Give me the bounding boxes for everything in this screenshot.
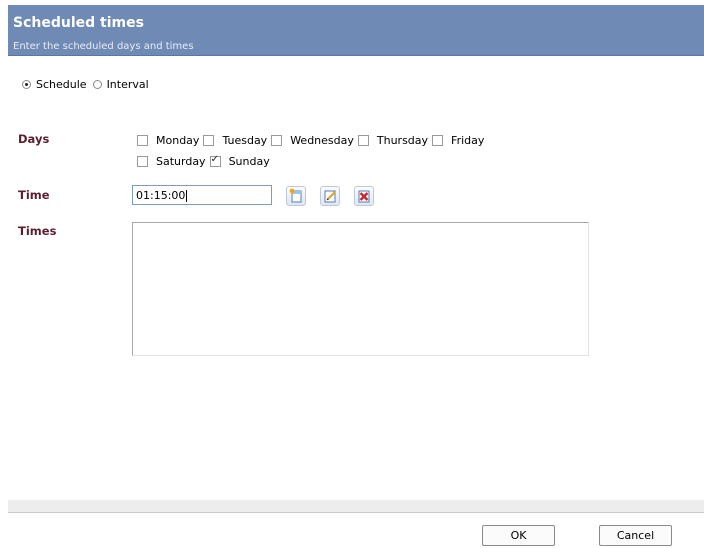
- time-input[interactable]: 01:15:00: [132, 185, 272, 205]
- dialog-subtitle: Enter the scheduled days and times: [13, 41, 194, 52]
- dialog-title: Scheduled times: [13, 15, 144, 31]
- times-list[interactable]: [132, 222, 589, 356]
- footer-divider: [8, 500, 704, 513]
- delete-time-button[interactable]: [354, 186, 374, 206]
- thursday-checkbox[interactable]: [357, 135, 369, 146]
- ok-button[interactable]: OK: [482, 525, 555, 546]
- dialog-header: Scheduled times Enter the scheduled days…: [8, 5, 704, 56]
- saturday-label[interactable]: Saturday: [156, 155, 206, 168]
- friday-checkbox[interactable]: [432, 135, 444, 146]
- times-label: Times: [18, 224, 57, 238]
- friday-label[interactable]: Friday: [451, 134, 484, 147]
- schedule-radio[interactable]: [22, 80, 31, 89]
- edit-time-button[interactable]: [320, 186, 340, 206]
- days-row-1: Monday Tuesday Wednesday Thursday Friday: [137, 134, 488, 147]
- wednesday-checkbox[interactable]: [271, 135, 283, 146]
- wednesday-label[interactable]: Wednesday: [290, 134, 354, 147]
- tuesday-label[interactable]: Tuesday: [222, 134, 267, 147]
- schedule-radio-label[interactable]: Schedule: [36, 78, 87, 91]
- time-label: Time: [18, 188, 50, 202]
- days-row-2: Saturday Sunday: [137, 154, 274, 168]
- thursday-label[interactable]: Thursday: [377, 134, 428, 147]
- edit-time-icon: [324, 190, 336, 203]
- time-value: 01:15:00: [136, 189, 186, 202]
- sunday-label[interactable]: Sunday: [229, 155, 270, 168]
- monday-checkbox[interactable]: [137, 135, 148, 146]
- monday-label[interactable]: Monday: [156, 134, 199, 147]
- interval-radio-label[interactable]: Interval: [107, 78, 149, 91]
- delete-time-icon: [358, 190, 370, 203]
- cancel-button[interactable]: Cancel: [599, 525, 672, 546]
- add-time-button[interactable]: [286, 186, 306, 206]
- sunday-checkbox[interactable]: [209, 154, 221, 167]
- interval-radio[interactable]: [92, 80, 102, 89]
- mode-selector: Schedule Interval: [22, 78, 155, 91]
- scheduled-times-dialog: Scheduled times Enter the scheduled days…: [0, 0, 704, 548]
- saturday-checkbox[interactable]: [137, 156, 148, 167]
- add-time-icon: [289, 188, 302, 203]
- days-label: Days: [18, 132, 50, 146]
- tuesday-checkbox[interactable]: [203, 135, 215, 146]
